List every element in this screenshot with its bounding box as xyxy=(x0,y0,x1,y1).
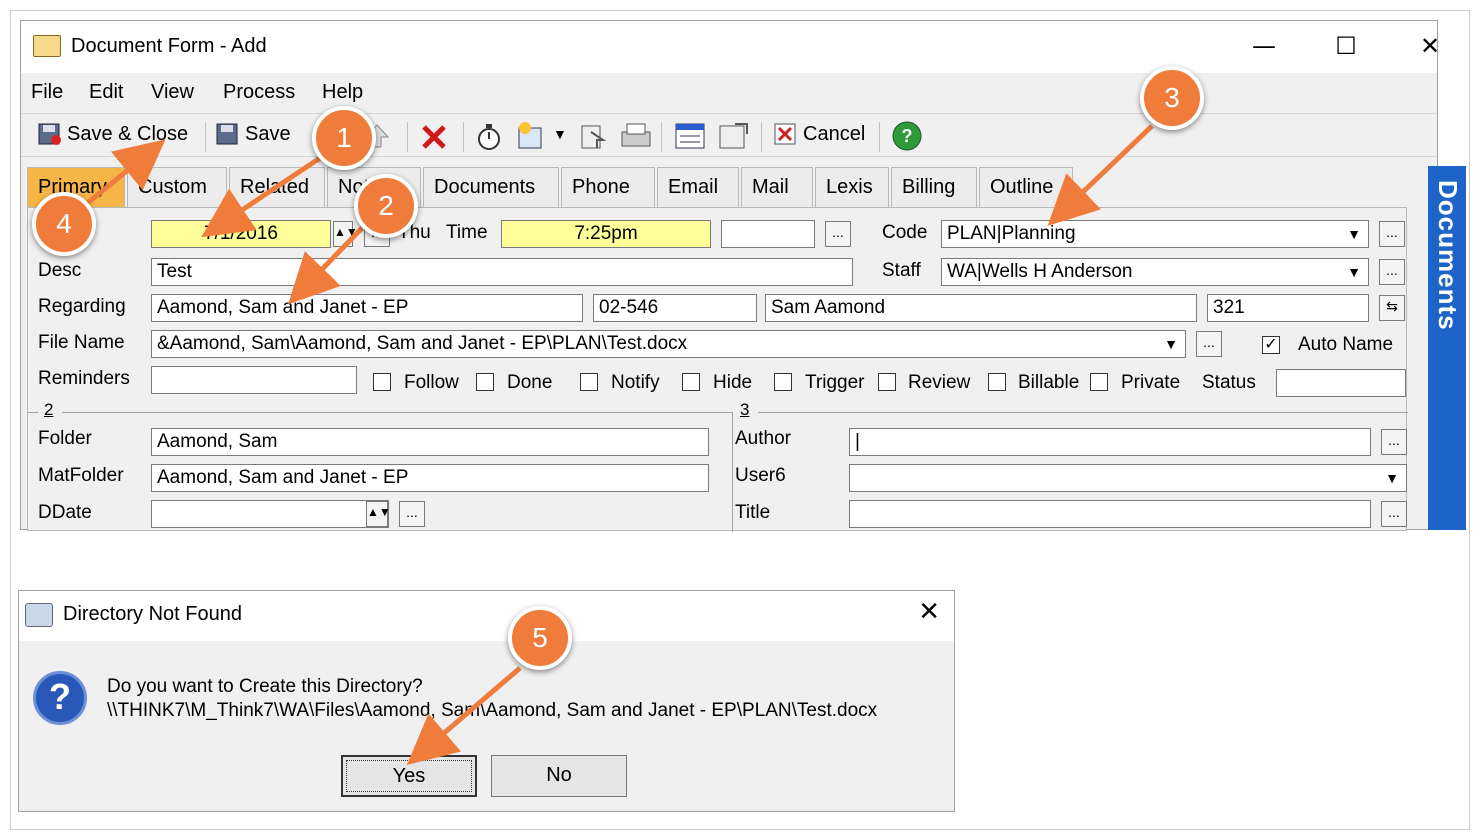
callout-2: 2 xyxy=(354,174,418,238)
callout-4: 4 xyxy=(32,192,96,256)
arrow-4 xyxy=(82,139,166,208)
callout-1: 1 xyxy=(312,106,376,170)
arrow-1 xyxy=(201,155,322,238)
annotation-arrows xyxy=(82,124,1154,766)
arrow-5 xyxy=(406,666,522,766)
callout-3: 3 xyxy=(1140,66,1204,130)
callout-5: 5 xyxy=(508,606,572,670)
arrow-3 xyxy=(1047,124,1154,226)
arrow-2 xyxy=(288,226,364,305)
